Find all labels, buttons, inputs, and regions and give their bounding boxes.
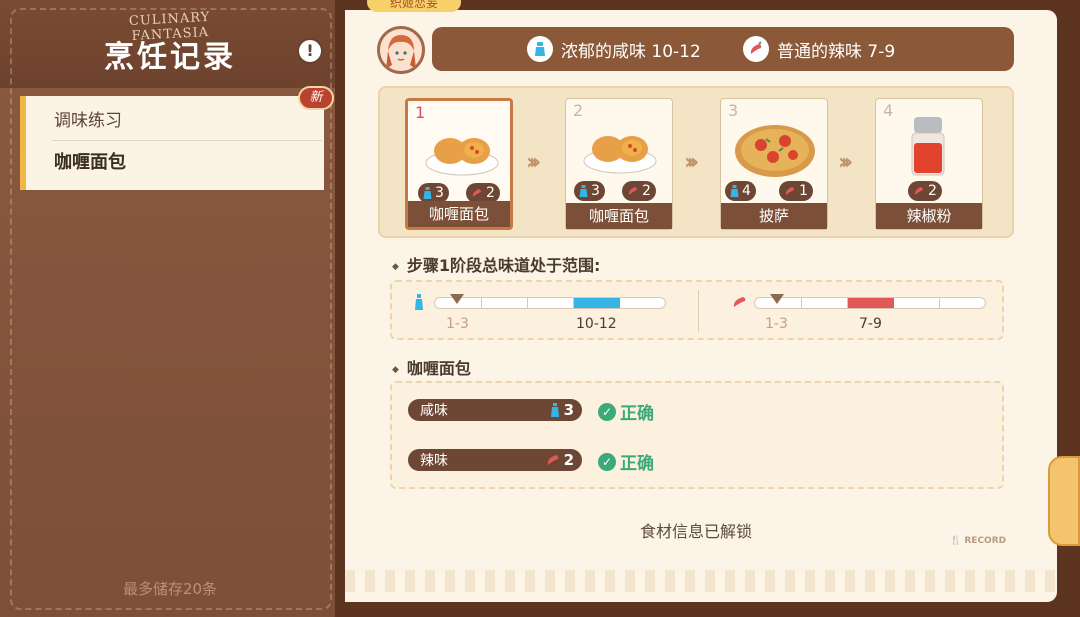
ingredient-unlocked-text: 食材信息已解锁 [639,522,752,541]
spicy-row: 辣味 2 [408,449,582,471]
dish-section-title: 咖喱面包 [392,355,471,379]
chili-icon [733,297,746,307]
spicy-value: 2 [928,183,937,199]
salt-row: 咸味 3 [408,399,582,421]
step-number: 2 [573,101,584,120]
salt-current-range: 1-3 [446,316,469,332]
spicy-value: 2 [486,185,495,201]
record-item-seasoning-practice[interactable]: 调味练习 [54,106,122,131]
salt-value: 3 [591,183,600,199]
spicy-target: 普通的辣味 7-9 [743,27,895,71]
salt-target-range: 10-12 [576,316,617,332]
check-circle-icon: ✓ [598,402,616,421]
salt-value: 4 [742,183,751,199]
chili-icon [785,187,794,195]
chili-icon [914,187,923,195]
step-card-4[interactable]: 4 2 辣椒粉 [875,98,983,230]
salt-value: 3 [435,185,444,201]
record-card[interactable]: 调味练习 咖喱面包 [20,96,324,190]
fork-knife-icon: 🍴 [950,536,962,546]
chili-icon [472,189,481,197]
range-section-title: 步骤1阶段总味道处于范围: [392,252,601,276]
spicy-target-range: 7-9 [859,316,882,332]
step-card-2[interactable]: 2 3 2 咖喱面包 [565,98,673,230]
step-label: 咖喱面包 [566,203,672,229]
check-circle-icon: ✓ [598,452,616,471]
spicy-chip: 2 [908,181,942,201]
spicy-chip: 2 [622,181,656,201]
spicy-current-marker [770,294,784,304]
status-correct: ✓ 正确 [598,449,654,474]
status-text: 正确 [620,404,654,424]
chili-icon [743,36,769,62]
storage-limit-note: 最多储存20条 [122,580,218,598]
step-card-3[interactable]: 3 4 1 披萨 [720,98,828,230]
spicy-target-text: 普通的辣味 7-9 [777,41,896,62]
record-item-curry-bread[interactable]: 咖喱面包 [54,148,126,174]
info-button[interactable]: ! [297,38,323,64]
salt-shaker-icon [730,185,739,197]
spicy-target-fill [848,298,894,308]
divider [52,140,322,141]
salt-shaker-icon [550,403,559,417]
salt-shaker-icon [527,36,553,62]
status-text: 正确 [620,454,654,474]
avatar-portrait-icon [386,35,416,69]
exclamation-icon: ! [306,41,314,60]
curry-bread-icon [425,138,499,176]
chevron-right-icon: ››› [526,150,541,175]
step-number: 1 [415,103,426,122]
spicy-chip: 1 [779,181,813,201]
salt-range-bar [434,297,666,309]
page-bottom-pattern [345,570,1057,592]
flavor-name: 辣味 [420,453,448,469]
flavor-name: 咸味 [420,403,448,419]
spicy-value: 1 [799,183,808,199]
spicy-current-range: 1-3 [765,316,788,332]
side-tab[interactable] [1048,456,1080,546]
record-watermark: 🍴 RECORD [950,536,1006,546]
dish-flavor-detail: 咸味 3 ✓ 正确 辣味 2 ✓ 正确 [390,381,1004,489]
step-label: 辣椒粉 [876,203,982,229]
character-avatar [377,26,425,74]
spicy-range-bar [754,297,986,309]
chevron-right-icon: ››› [838,150,853,175]
cooking-steps-panel: 1 3 2 咖喱面包 ››› 2 3 2 咖喱面包 ››› 3 4 1 披萨 ›… [378,86,1014,238]
flavor-value: 3 [563,401,574,419]
salt-target: 浓郁的咸味 10-12 [527,27,701,71]
salt-chip: 4 [725,181,756,201]
flavor-range-panel: 1-3 10-12 1-3 7-9 [390,280,1004,340]
pizza-icon [735,125,815,177]
salt-chip: 3 [418,183,449,203]
flavor-target-bar: 浓郁的咸味 10-12 普通的辣味 7-9 [432,27,1014,71]
status-correct: ✓ 正确 [598,399,654,424]
chili-icon [628,187,637,195]
salt-shaker-icon [415,294,423,310]
salt-shaker-icon [423,187,432,199]
salt-target-fill [574,298,620,308]
watermark-text: RECORD [964,536,1007,546]
step-number: 4 [883,101,894,120]
salt-current-marker [450,294,464,304]
salt-target-text: 浓郁的咸味 10-12 [561,41,701,62]
step-card-1[interactable]: 1 3 2 咖喱面包 [405,98,513,230]
spicy-chip: 2 [466,183,500,203]
flavor-value: 2 [563,451,574,469]
salt-chip: 3 [574,181,605,201]
chili-icon [547,455,558,465]
divider [698,290,699,332]
chevron-right-icon: ››› [684,150,699,175]
curry-bread-icon [583,136,657,174]
chili-powder-shaker-icon [911,117,945,176]
spicy-value: 2 [642,183,651,199]
new-badge: 新 [298,86,334,110]
step-label: 咖喱面包 [408,201,510,227]
page-title: 烹饪记录 [104,40,236,75]
step-label: 披萨 [721,203,827,229]
salt-shaker-icon [579,185,588,197]
character-name-tag: 织姬恋妄 [367,0,461,12]
